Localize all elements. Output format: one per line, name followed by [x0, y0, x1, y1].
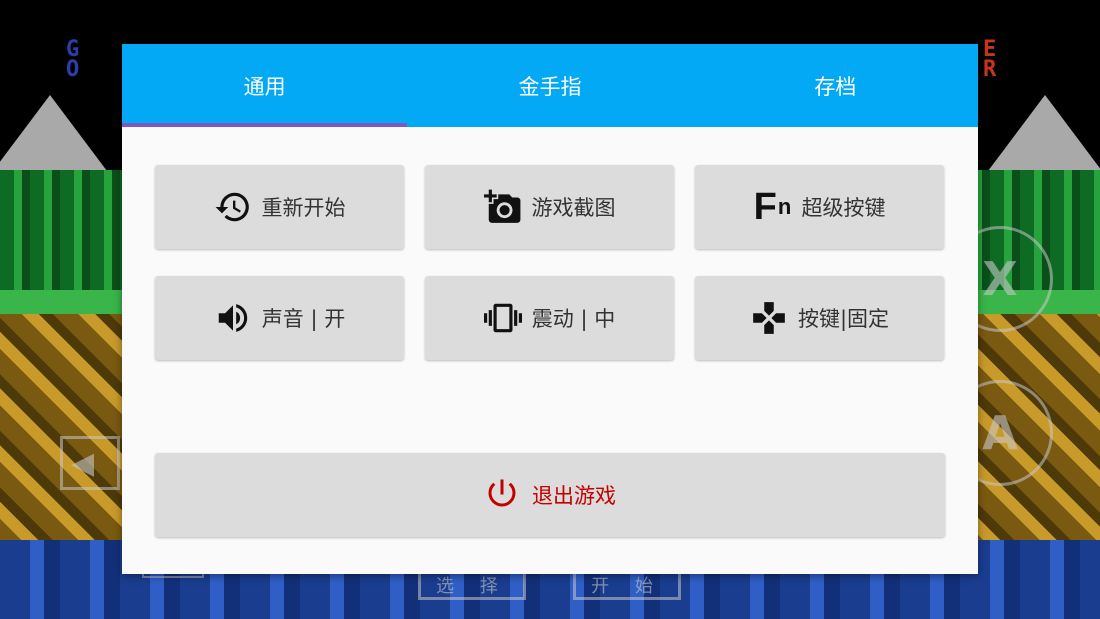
tab-bar: 通用 金手指 存档 — [122, 44, 978, 127]
vibration-button[interactable]: 震动 | 中 — [425, 276, 674, 360]
restart-history-icon — [214, 188, 252, 226]
exit-game-button[interactable]: 退出游戏 — [155, 453, 945, 537]
add-camera-icon — [483, 188, 522, 226]
game-mountain-right — [985, 95, 1100, 175]
tab-general[interactable]: 通用 — [122, 44, 408, 127]
gamepad-icon — [750, 299, 788, 337]
restart-label: 重新开始 — [261, 196, 346, 220]
select-button[interactable]: 选 择 — [418, 570, 526, 600]
sound-toggle-button[interactable]: 声音 | 开 — [155, 276, 404, 360]
super-key-label: 超级按键 — [801, 196, 886, 220]
screenshot-button[interactable]: 游戏截图 — [425, 165, 674, 249]
power-icon — [484, 475, 520, 516]
fn-icon-small-letter: n — [777, 193, 792, 219]
fn-icon: Fn — [754, 188, 792, 226]
vibration-label: 震动 | 中 — [531, 307, 616, 331]
vibration-icon — [483, 299, 522, 337]
screenshot-label: 游戏截图 — [531, 196, 616, 220]
restart-button[interactable]: 重新开始 — [155, 165, 404, 249]
key-layout-button[interactable]: 按键|固定 — [695, 276, 944, 360]
start-button[interactable]: 开 始 — [573, 570, 681, 600]
menu-dialog: 通用 金手指 存档 重新开始 游戏截图 Fn 超级按键 声音 | 开 震动 | … — [122, 44, 978, 574]
hud-right-text: E R — [983, 37, 997, 82]
exit-label: 退出游戏 — [532, 484, 616, 508]
key-layout-label: 按键|固定 — [797, 307, 890, 331]
dpad-left-button[interactable]: ◀ — [60, 436, 120, 490]
fn-icon-big-letter: F — [753, 186, 777, 228]
sound-label: 声音 | 开 — [261, 307, 346, 331]
game-mountain-left — [0, 95, 110, 175]
volume-icon — [214, 299, 252, 337]
tab-saves[interactable]: 存档 — [693, 44, 978, 127]
hud-left-text: G O — [66, 37, 80, 82]
super-key-button[interactable]: Fn 超级按键 — [695, 165, 944, 249]
tab-cheats[interactable]: 金手指 — [407, 44, 692, 127]
